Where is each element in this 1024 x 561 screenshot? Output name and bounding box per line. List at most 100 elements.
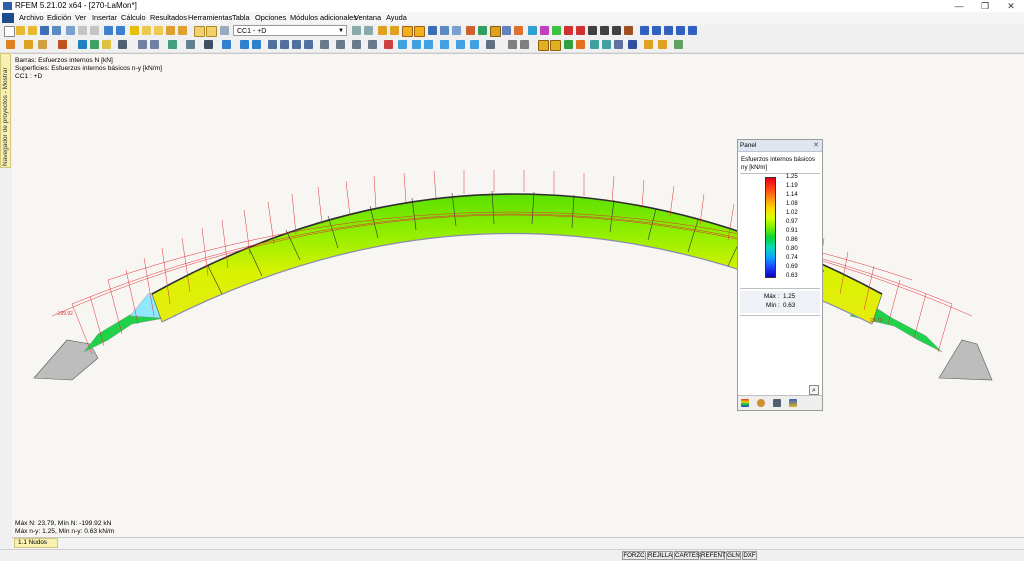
status-cartes-button[interactable]: CARTES [674,551,700,560]
menu-herramientas[interactable]: Herramientas [188,13,232,22]
load-case-select[interactable]: CC1 - +D ▼ [233,25,347,36]
menu-modulos-adicionales[interactable]: Módulos adicionales [290,13,357,22]
rotate-icon[interactable] [280,40,289,49]
opening-icon[interactable] [204,40,213,49]
members-icon[interactable] [440,26,449,35]
status-gln-button[interactable]: GLN [726,551,741,560]
isobands-icon[interactable] [576,40,585,49]
restore-button[interactable]: ❐ [972,0,998,12]
record-icon[interactable] [600,26,609,35]
status-forzc-button[interactable]: FORZC [622,551,646,560]
grid-icon[interactable] [78,40,87,49]
result-surfaces-icon[interactable] [414,26,425,37]
surfaces-icon[interactable] [452,26,461,35]
result-filter-icon[interactable] [402,26,413,37]
comment-icon[interactable] [412,40,421,49]
connect-icon[interactable] [336,40,345,49]
deformation-icon[interactable] [564,40,573,49]
window-icon[interactable] [640,26,649,35]
member-load-icon[interactable] [240,40,249,49]
printout-icon[interactable] [658,40,667,49]
redo-icon[interactable] [116,26,125,35]
view-x-icon[interactable] [466,26,475,35]
iso-view-icon[interactable] [502,26,511,35]
report-icon[interactable] [644,40,653,49]
snap-icon[interactable] [58,40,67,49]
divide-icon[interactable] [320,40,329,49]
check-icon[interactable] [552,26,561,35]
save-icon[interactable] [40,26,49,35]
print-icon[interactable] [52,26,61,35]
cut-icon[interactable] [78,26,87,35]
coordinate-icon[interactable] [102,40,111,49]
section-results-icon[interactable] [614,40,623,49]
chart-icon[interactable] [674,40,683,49]
search-icon[interactable] [142,26,151,35]
visibility-icon[interactable] [470,40,479,49]
load-icon[interactable] [222,40,231,49]
result-diagram-icon[interactable] [378,26,387,35]
node-icon[interactable] [38,40,47,49]
close-icon[interactable]: ✕ [813,141,819,149]
zoom-icon[interactable]: ⌕ [809,385,819,395]
status-dxf-button[interactable]: DXF [742,551,757,560]
animation-icon[interactable] [220,26,229,35]
menu-ventana[interactable]: Ventana [354,13,381,22]
measure-icon[interactable] [624,26,633,35]
next-icon[interactable] [364,26,373,35]
status-rejilla-button[interactable]: REJILLA [647,551,673,560]
help-icon[interactable] [688,26,697,35]
render-icon[interactable] [514,26,523,35]
menu-calculo[interactable]: Cálculo [121,13,146,22]
status-refent-button[interactable]: REFENT [700,551,726,560]
section-icon[interactable] [440,40,449,49]
capture-icon[interactable] [612,26,621,35]
close-button[interactable]: ✕ [998,0,1024,12]
filter-icon[interactable] [486,40,495,49]
view-z-icon[interactable] [490,26,501,37]
draw-line-icon[interactable] [24,40,33,49]
project-navigator-tab[interactable]: Navegador de proyectos - Mostrar [0,53,11,168]
table-icon[interactable] [508,40,517,49]
model-viewport[interactable]: Barras: Esfuerzos internos N [kN] Superf… [12,53,1024,538]
menu-tabla[interactable]: Tabla [232,13,250,22]
color-scale-tab-icon[interactable] [741,399,749,407]
panel-toggle-icon[interactable] [628,40,637,49]
menu-archivo[interactable]: Archivo [19,13,44,22]
tile-icon[interactable] [664,26,673,35]
solid-icon[interactable] [186,40,195,49]
delete-icon[interactable] [564,26,573,35]
hinge-icon[interactable] [150,40,159,49]
menu-insertar[interactable]: Insertar [92,13,117,22]
surface-load-icon[interactable] [252,40,261,49]
extremes-icon[interactable] [602,40,611,49]
results-on-icon[interactable] [538,40,549,51]
menu-ver[interactable]: Ver [75,13,86,22]
menu-resultados[interactable]: Resultados [150,13,187,22]
camera-icon[interactable] [588,26,597,35]
surface-icon[interactable] [168,40,177,49]
display-icon[interactable] [528,26,537,35]
mirror-icon[interactable] [292,40,301,49]
copy-icon[interactable] [90,26,99,35]
select-icon[interactable] [6,40,15,49]
menu-edicion[interactable]: Edición [47,13,71,22]
guide-icon[interactable] [90,40,99,49]
support-icon[interactable] [118,40,127,49]
open-folder-icon[interactable] [28,26,37,35]
cascade-icon[interactable] [676,26,685,35]
extend-icon[interactable] [368,40,377,49]
list-icon[interactable] [520,40,529,49]
trim-icon[interactable] [384,40,393,49]
edit-icon[interactable] [130,26,139,35]
undo-icon[interactable] [104,26,113,35]
dimension-icon[interactable] [398,40,407,49]
view-y-icon[interactable] [478,26,487,35]
scale-icon[interactable] [304,40,313,49]
move-icon[interactable] [268,40,277,49]
settings-icon[interactable] [154,26,163,35]
calc-icon[interactable] [166,26,175,35]
open-folder-icon[interactable] [16,26,25,35]
intersect-icon[interactable] [352,40,361,49]
results-icon[interactable] [178,26,187,35]
